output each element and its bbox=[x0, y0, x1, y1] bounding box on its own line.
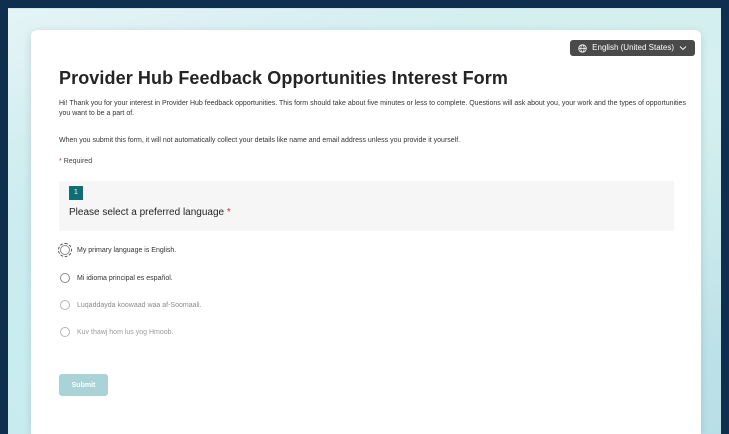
option-label: My primary language is English. bbox=[77, 246, 177, 254]
form-card: English (United States) Provider Hub Fee… bbox=[31, 30, 701, 434]
language-selector-button[interactable]: English (United States) bbox=[570, 40, 695, 56]
radio-button[interactable] bbox=[58, 243, 72, 257]
question-block: 1 Please select a preferred language * bbox=[59, 181, 674, 231]
radio-button[interactable] bbox=[60, 300, 70, 310]
radio-option-spanish[interactable]: Mi idioma principal es español. bbox=[60, 273, 173, 283]
form-description: Hi! Thank you for your interest in Provi… bbox=[59, 100, 686, 117]
question-required-star: * bbox=[226, 207, 231, 218]
option-label: Kuv thawj hom lus yog Hmoob. bbox=[77, 328, 174, 336]
globe-icon bbox=[578, 43, 587, 53]
privacy-note: When you submit this form, it will not a… bbox=[59, 137, 461, 144]
language-label: English (United States) bbox=[592, 43, 674, 52]
required-label: Required bbox=[63, 158, 93, 165]
submit-button[interactable]: Submit bbox=[59, 374, 108, 396]
option-label: Luqaddayda koowaad waa af-Soomaali. bbox=[77, 301, 202, 309]
radio-option-english[interactable]: My primary language is English. bbox=[58, 243, 177, 257]
radio-option-hmong[interactable]: Kuv thawj hom lus yog Hmoob. bbox=[60, 327, 174, 337]
question-label: Please select a preferred language bbox=[69, 207, 225, 218]
option-label: Mi idioma principal es español. bbox=[77, 274, 173, 282]
form-title: Provider Hub Feedback Opportunities Inte… bbox=[59, 68, 508, 88]
question-number-badge: 1 bbox=[69, 186, 83, 200]
radio-button[interactable] bbox=[60, 327, 70, 337]
question-text: Please select a preferred language * bbox=[69, 207, 231, 218]
chevron-down-icon bbox=[679, 45, 687, 51]
required-star: * bbox=[59, 158, 62, 165]
radio-button[interactable] bbox=[60, 273, 70, 283]
radio-option-somali[interactable]: Luqaddayda koowaad waa af-Soomaali. bbox=[60, 300, 202, 310]
required-legend: * Required bbox=[59, 158, 92, 165]
